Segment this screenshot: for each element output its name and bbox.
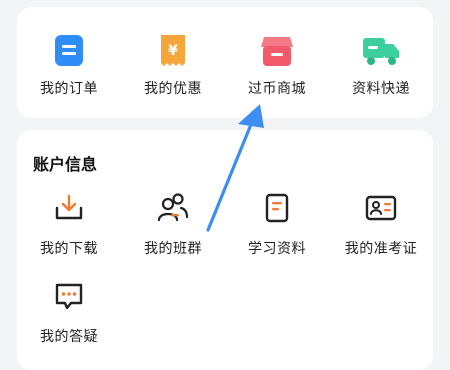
- service-label: 我的优惠: [144, 81, 202, 97]
- account-item-class-groups[interactable]: 我的班群: [121, 190, 225, 264]
- section-title: 账户信息: [33, 155, 98, 174]
- service-my-coupons[interactable]: ¥ 我的优惠: [121, 7, 225, 118]
- services-card: 我的订单 ¥ 我的优惠 过币商城 资料快递: [17, 7, 433, 118]
- coupon-yen-icon: ¥: [161, 35, 185, 66]
- service-material-delivery[interactable]: 资料快递: [329, 7, 433, 118]
- account-item-label: 学习资料: [248, 241, 306, 257]
- account-card: 账户信息 我的下载 我的班群 学习资料 我的准考证 我的答疑: [17, 130, 433, 370]
- download-tray-icon: [55, 194, 83, 220]
- service-coin-store[interactable]: 过币商城: [225, 7, 329, 118]
- account-item-label: 我的班群: [144, 241, 202, 257]
- service-label: 资料快递: [352, 81, 410, 97]
- account-item-downloads[interactable]: 我的下载: [17, 190, 121, 264]
- account-item-my-qa[interactable]: 我的答疑: [17, 278, 121, 352]
- class-group-icon: [157, 193, 189, 222]
- account-item-study-materials[interactable]: 学习资料: [225, 190, 329, 264]
- account-item-admission-ticket[interactable]: 我的准考证: [329, 190, 433, 264]
- service-label: 我的订单: [40, 81, 98, 97]
- store-icon: [261, 37, 293, 66]
- svg-text:¥: ¥: [168, 43, 178, 59]
- account-item-label: 我的答疑: [40, 329, 98, 345]
- admission-ticket-icon: [365, 195, 397, 221]
- qa-chat-icon: [55, 283, 83, 310]
- account-item-label: 我的准考证: [344, 241, 418, 257]
- order-list-icon: [55, 35, 83, 66]
- service-label: 过币商城: [248, 81, 306, 97]
- delivery-truck-icon: [363, 38, 399, 65]
- account-item-label: 我的下载: [40, 241, 98, 257]
- service-my-orders[interactable]: 我的订单: [17, 7, 121, 118]
- study-material-icon: [265, 193, 289, 223]
